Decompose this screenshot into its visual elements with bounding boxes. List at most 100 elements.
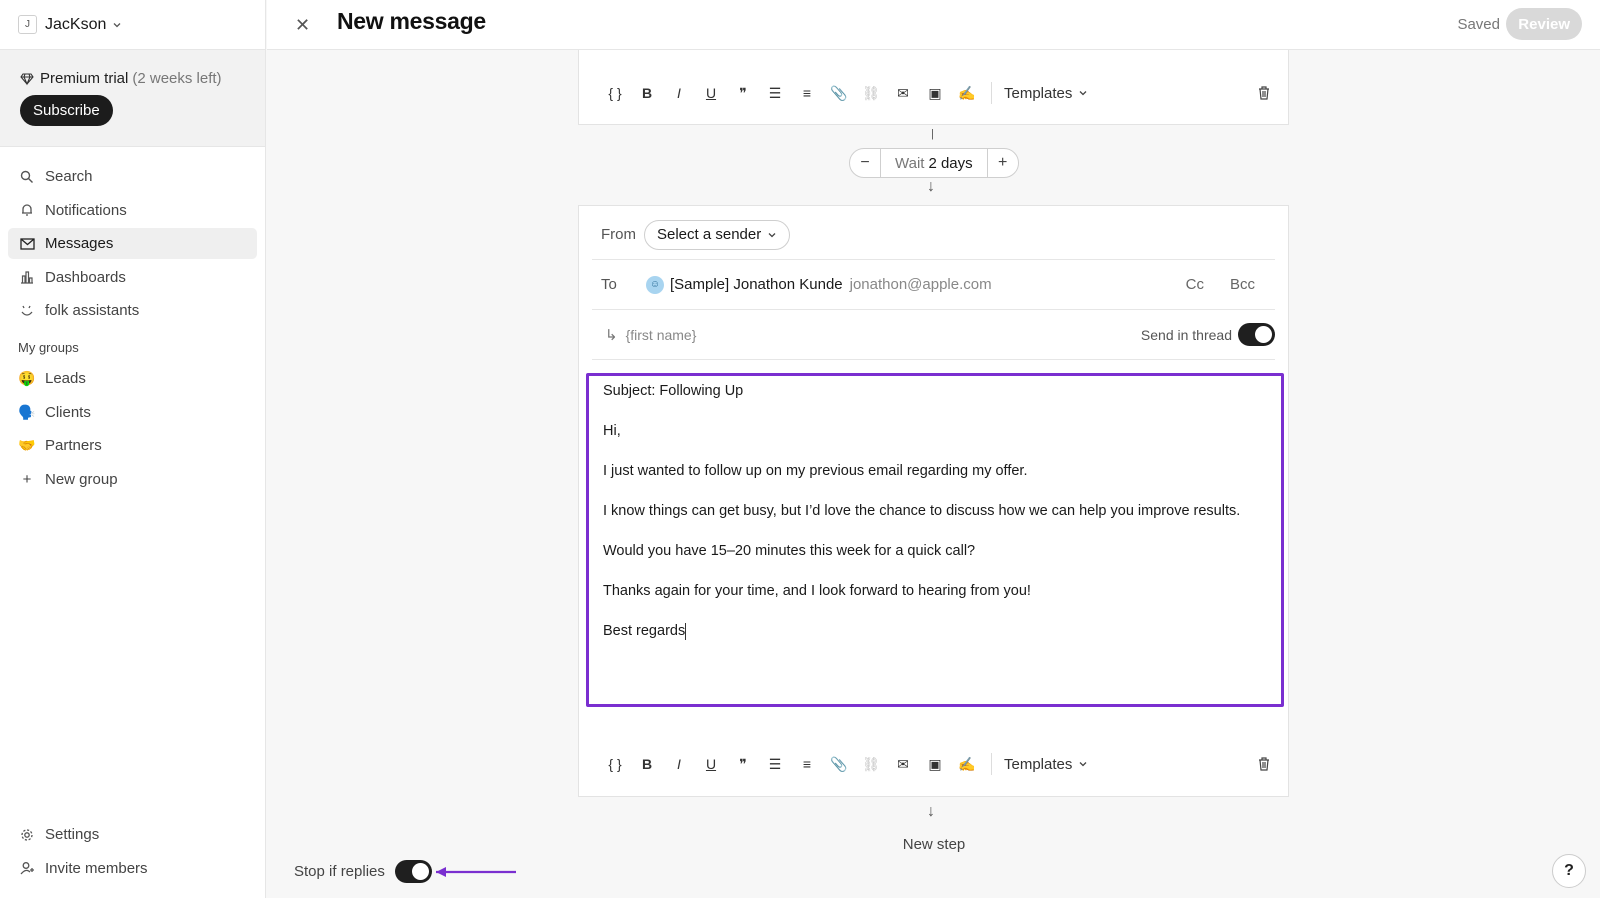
page-title: New message: [337, 8, 486, 34]
nav-label: Dashboards: [45, 268, 126, 286]
body-paragraph: Thanks again for your time, and I look f…: [603, 583, 1031, 599]
new-step-button[interactable]: New step: [882, 836, 986, 853]
nav-item-notifications[interactable]: Notifications: [8, 195, 257, 226]
group-item-leads[interactable]: 🤑 Leads: [8, 363, 257, 394]
nav-label: Search: [45, 168, 93, 185]
from-label: From: [601, 226, 636, 243]
assistant-icon: [19, 304, 35, 318]
nav-item-settings[interactable]: Settings: [8, 819, 257, 850]
diamond-icon: [20, 72, 34, 86]
bold-icon[interactable]: B: [631, 749, 663, 779]
chevron-down-icon: [1078, 88, 1088, 98]
to-row: To ☺ [Sample] Jonathon Kunde jonathon@ap…: [592, 260, 1275, 310]
reply-arrow-icon: ↳: [605, 326, 618, 344]
plus-button[interactable]: +: [988, 154, 1018, 172]
quote-icon[interactable]: ❞: [727, 749, 759, 779]
group-item-clients[interactable]: 🗣️ Clients: [8, 397, 257, 428]
gear-icon: [19, 828, 35, 842]
arrow-down-icon: ↓: [927, 803, 935, 820]
group-label: Leads: [45, 370, 86, 387]
bold-icon[interactable]: B: [631, 78, 663, 108]
arrow-down-icon: ↓: [927, 178, 935, 195]
italic-icon[interactable]: I: [663, 78, 695, 108]
email-body-editor[interactable]: Subject: Following Up Hi, I just wanted …: [586, 373, 1284, 707]
trial-label: Premium trial: [40, 70, 129, 87]
avatar: ☺: [646, 275, 664, 294]
link-icon[interactable]: ⛓: [855, 749, 887, 779]
email-icon[interactable]: ✉: [887, 78, 919, 108]
connector-line: |: [931, 128, 934, 140]
speaking-head-icon: 🗣️: [18, 403, 36, 420]
email-icon[interactable]: ✉: [887, 749, 919, 779]
sender-select[interactable]: Select a sender: [644, 219, 791, 250]
group-label: Partners: [45, 437, 102, 454]
variable-icon[interactable]: { }: [599, 78, 631, 108]
minus-button[interactable]: −: [850, 154, 880, 172]
templates-dropdown[interactable]: Templates: [1004, 85, 1088, 102]
workspace-logo: J: [18, 15, 37, 34]
italic-icon[interactable]: I: [663, 749, 695, 779]
body-subject-line: Subject: Following Up: [603, 383, 744, 399]
save-status: Saved: [1457, 16, 1500, 33]
image-icon[interactable]: ▣: [919, 749, 951, 779]
nav-item-dashboards[interactable]: Dashboards: [8, 262, 257, 293]
body-paragraph: I know things can get busy, but I’d love…: [603, 503, 1241, 519]
body-signoff-line: Best regards: [603, 621, 1267, 641]
previous-step-card: { } B I U ❞ ☰ ≡ 📎 ⛓ ✉ ▣ ✍ Templates: [578, 50, 1289, 125]
editor-toolbar: { } B I U ❞ ☰ ≡ 📎 ⛓ ✉ ▣ ✍ Templates: [579, 744, 1288, 784]
trash-icon[interactable]: [1258, 757, 1270, 771]
chevron-down-icon: [1078, 759, 1088, 769]
bcc-button[interactable]: Bcc: [1230, 276, 1255, 293]
cc-button[interactable]: Cc: [1186, 276, 1204, 293]
trash-icon[interactable]: [1258, 86, 1270, 100]
nav-item-assistants[interactable]: folk assistants: [8, 295, 257, 326]
new-group-button[interactable]: + New group: [8, 464, 257, 495]
quote-icon[interactable]: ❞: [727, 78, 759, 108]
nav-label: Messages: [45, 235, 114, 252]
body-greeting: Hi,: [603, 423, 621, 439]
stop-if-replies-toggle[interactable]: [394, 860, 432, 883]
nav-item-search[interactable]: Search: [8, 161, 257, 192]
underline-icon[interactable]: U: [695, 749, 727, 779]
signature-icon[interactable]: ✍: [951, 78, 983, 108]
variable-icon[interactable]: { }: [599, 749, 631, 779]
subject-field[interactable]: {first name}: [626, 327, 697, 343]
to-label: To: [601, 276, 617, 293]
body-signoff: Best regards: [603, 623, 686, 639]
wait-duration[interactable]: Wait 2 days: [880, 149, 988, 177]
image-icon[interactable]: ▣: [919, 78, 951, 108]
review-button[interactable]: Review: [1506, 8, 1582, 40]
nav-item-invite[interactable]: Invite members: [8, 853, 257, 884]
toolbar-divider: [991, 82, 992, 104]
templates-dropdown[interactable]: Templates: [1004, 756, 1088, 773]
toolbar-divider: [991, 753, 992, 775]
stop-if-replies: Stop if replies: [294, 860, 518, 883]
numbered-list-icon[interactable]: ≡: [791, 749, 823, 779]
send-in-thread-toggle[interactable]: [1238, 323, 1275, 346]
close-icon[interactable]: ✕: [295, 15, 310, 36]
bullet-list-icon[interactable]: ☰: [759, 749, 791, 779]
link-icon[interactable]: ⛓: [855, 78, 887, 108]
subject-row: ↳ {first name} Send in thread: [592, 310, 1275, 360]
group-item-partners[interactable]: 🤝 Partners: [8, 430, 257, 461]
attachment-icon[interactable]: 📎: [823, 78, 855, 108]
sidebar: J JacKson Premium trial (2 weeks left) S…: [0, 0, 266, 898]
subscribe-button[interactable]: Subscribe: [20, 95, 113, 126]
editor-toolbar: { } B I U ❞ ☰ ≡ 📎 ⛓ ✉ ▣ ✍ Templates: [579, 73, 1288, 113]
thread-label: Send in thread: [1140, 326, 1232, 343]
underline-icon[interactable]: U: [695, 78, 727, 108]
bullet-list-icon[interactable]: ☰: [759, 78, 791, 108]
signature-icon[interactable]: ✍: [951, 749, 983, 779]
text-cursor: [685, 622, 687, 640]
body-paragraph: Would you have 15–20 minutes this week f…: [603, 543, 976, 559]
help-button[interactable]: ?: [1552, 854, 1586, 888]
templates-label: Templates: [1004, 755, 1073, 773]
numbered-list-icon[interactable]: ≡: [791, 78, 823, 108]
nav-item-messages[interactable]: Messages: [8, 228, 257, 259]
attachment-icon[interactable]: 📎: [823, 749, 855, 779]
sender-placeholder: Select a sender: [657, 226, 762, 243]
recipient-name[interactable]: [Sample] Jonathon Kunde: [670, 276, 843, 293]
sidebar-bottom: Settings Invite members: [0, 819, 265, 886]
workspace-switcher[interactable]: J JacKson: [0, 0, 265, 50]
nav-label: Notifications: [45, 201, 127, 219]
